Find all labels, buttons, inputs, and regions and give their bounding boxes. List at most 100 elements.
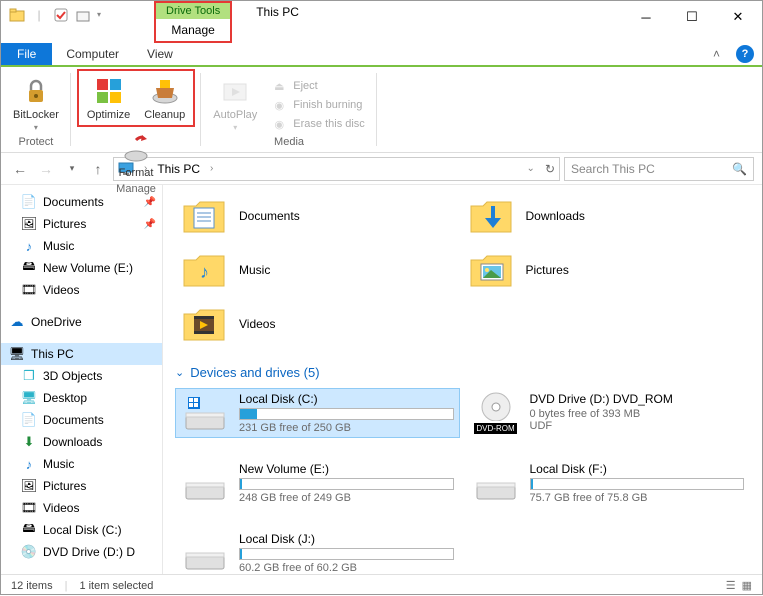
maximize-button[interactable]: ☐ bbox=[670, 3, 714, 31]
capacity-bar bbox=[530, 478, 745, 490]
music-folder-icon: ♪ bbox=[181, 247, 227, 293]
quick-access-toolbar: | ▾ bbox=[1, 1, 109, 43]
close-button[interactable]: ✕ bbox=[716, 3, 760, 31]
folder-pictures[interactable]: Pictures bbox=[466, 245, 747, 295]
dropdown-icon: ▾ bbox=[233, 123, 237, 132]
cleanup-button[interactable]: Cleanup bbox=[138, 73, 191, 123]
drive-free-text: 60.2 GB free of 60.2 GB bbox=[239, 562, 454, 574]
media-group-label: Media bbox=[274, 134, 304, 152]
optimize-icon bbox=[93, 75, 125, 107]
documents-folder-icon bbox=[181, 193, 227, 239]
eject-icon: ⏏ bbox=[271, 78, 287, 94]
folder-videos[interactable]: Videos bbox=[179, 299, 460, 349]
view-tab[interactable]: View bbox=[133, 43, 187, 65]
refresh-icon[interactable]: ↻ bbox=[539, 162, 555, 176]
folder-music[interactable]: ♪ Music bbox=[179, 245, 460, 295]
address-box[interactable]: › This PC › ⌄ ↻ bbox=[113, 157, 560, 181]
nav-3d-objects[interactable]: ❒3D Objects bbox=[1, 365, 162, 387]
bitlocker-label: BitLocker bbox=[13, 109, 59, 121]
nav-label: Local Disk (C:) bbox=[43, 523, 122, 537]
erase-disc-button: ◉Erase this disc bbox=[265, 115, 371, 133]
address-dropdown-icon[interactable]: ⌄ bbox=[527, 163, 535, 174]
nav-onedrive[interactable]: ☁OneDrive bbox=[1, 311, 162, 333]
cleanup-icon bbox=[149, 75, 181, 107]
nav-downloads[interactable]: ⬇Downloads bbox=[1, 431, 162, 453]
nav-music2[interactable]: ♪Music bbox=[1, 453, 162, 475]
nav-label: Videos bbox=[43, 501, 79, 515]
capacity-bar bbox=[239, 408, 454, 420]
explorer-icon[interactable] bbox=[7, 5, 27, 25]
minimize-button[interactable]: ─ bbox=[624, 3, 668, 31]
chevron-icon[interactable]: › bbox=[204, 163, 219, 174]
nav-pictures[interactable]: 🖼Pictures📌 bbox=[1, 213, 162, 235]
nav-videos[interactable]: 🎞Videos bbox=[1, 279, 162, 301]
content-pane[interactable]: Documents Downloads ♪ Music Pictures Vid… bbox=[163, 185, 762, 574]
computer-tab[interactable]: Computer bbox=[52, 43, 133, 65]
eject-button: ⏏Eject bbox=[265, 77, 371, 95]
folder-downloads[interactable]: Downloads bbox=[466, 191, 747, 241]
ribbon: BitLocker ▾ Protect Optimize Cleanup For… bbox=[1, 67, 762, 153]
drive-c[interactable]: Local Disk (C:) 231 GB free of 250 GB bbox=[175, 388, 460, 438]
nav-music[interactable]: ♪Music bbox=[1, 235, 162, 257]
drive-e[interactable]: New Volume (E:) 248 GB free of 249 GB bbox=[175, 458, 460, 508]
details-view-icon[interactable]: ☰ bbox=[726, 579, 736, 592]
format-label: Format bbox=[119, 167, 154, 179]
drive-j[interactable]: Local Disk (J:) 60.2 GB free of 60.2 GB bbox=[175, 528, 460, 574]
dvd-drive-icon: DVD-ROM bbox=[472, 392, 520, 434]
autoplay-button: AutoPlay ▾ bbox=[207, 73, 263, 134]
nav-videos2[interactable]: 🎞Videos bbox=[1, 497, 162, 519]
drive-name: DVD Drive (D:) DVD_ROM bbox=[530, 392, 745, 406]
new-folder-icon[interactable] bbox=[73, 5, 93, 25]
selected-count: 1 item selected bbox=[79, 580, 153, 592]
search-input[interactable]: Search This PC 🔍 bbox=[564, 157, 754, 181]
up-button[interactable]: ↑ bbox=[87, 158, 109, 180]
collapse-ribbon-icon[interactable]: ˄ bbox=[705, 47, 728, 61]
chevron-down-icon: ⌄ bbox=[175, 366, 184, 379]
erase-label: Erase this disc bbox=[293, 118, 365, 130]
nav-dvd[interactable]: 💿DVD Drive (D:) D bbox=[1, 541, 162, 563]
nav-documents2[interactable]: 📄Documents bbox=[1, 409, 162, 431]
optimize-label: Optimize bbox=[87, 109, 130, 121]
separator: | bbox=[65, 580, 68, 592]
large-icons-view-icon[interactable]: ▦ bbox=[742, 579, 752, 592]
drive-f[interactable]: Local Disk (F:) 75.7 GB free of 75.8 GB bbox=[466, 458, 751, 508]
qat-dropdown-icon[interactable]: ▾ bbox=[95, 5, 103, 25]
nav-label: Pictures bbox=[43, 479, 86, 493]
breadcrumb[interactable]: This PC bbox=[157, 162, 200, 176]
search-placeholder: Search This PC bbox=[571, 162, 655, 176]
ribbon-group-manage: Optimize Cleanup Format Manage bbox=[71, 67, 201, 152]
drive-icon: 🖴 bbox=[21, 522, 37, 538]
back-button[interactable]: ← bbox=[9, 158, 31, 180]
os-drive-icon bbox=[181, 392, 229, 434]
manage-tab[interactable]: Manage bbox=[159, 19, 226, 41]
downloads-icon: ⬇ bbox=[21, 434, 37, 450]
nav-this-pc[interactable]: 🖥This PC bbox=[1, 343, 162, 365]
devices-section-header[interactable]: ⌄ Devices and drives (5) bbox=[167, 361, 758, 384]
file-tab[interactable]: File bbox=[1, 43, 52, 65]
nav-label: Videos bbox=[43, 283, 79, 297]
autoplay-icon bbox=[219, 75, 251, 107]
ribbon-group-protect: BitLocker ▾ Protect bbox=[1, 67, 71, 152]
desktop-icon: 🖥 bbox=[21, 390, 37, 406]
drive-free-text: 248 GB free of 249 GB bbox=[239, 492, 454, 504]
help-button[interactable]: ? bbox=[736, 45, 754, 63]
nav-new-volume[interactable]: 🖴New Volume (E:) bbox=[1, 257, 162, 279]
pictures-icon: 🖼 bbox=[21, 478, 37, 494]
nav-label: Documents bbox=[43, 413, 104, 427]
folder-documents[interactable]: Documents bbox=[179, 191, 460, 241]
nav-label: DVD Drive (D:) D bbox=[43, 545, 135, 559]
properties-icon[interactable] bbox=[51, 5, 71, 25]
nav-desktop[interactable]: 🖥Desktop bbox=[1, 387, 162, 409]
nav-pictures2[interactable]: 🖼 Pictures bbox=[1, 475, 162, 497]
folder-label: Videos bbox=[239, 317, 275, 331]
cleanup-label: Cleanup bbox=[144, 109, 185, 121]
navigation-pane[interactable]: 📄Documents📌 🖼Pictures📌 ♪Music 🖴New Volum… bbox=[1, 185, 163, 574]
optimize-button[interactable]: Optimize bbox=[81, 73, 136, 123]
nav-local-c[interactable]: 🖴 Local Disk (C:) bbox=[1, 519, 162, 541]
recent-dropdown-icon[interactable]: ▾ bbox=[61, 158, 83, 180]
bitlocker-button[interactable]: BitLocker ▾ bbox=[7, 73, 65, 134]
protect-group-label: Protect bbox=[19, 134, 54, 152]
drive-dvd[interactable]: DVD-ROM DVD Drive (D:) DVD_ROM 0 bytes f… bbox=[466, 388, 751, 438]
format-button[interactable]: Format bbox=[113, 131, 160, 181]
window-title: This PC bbox=[232, 1, 624, 43]
